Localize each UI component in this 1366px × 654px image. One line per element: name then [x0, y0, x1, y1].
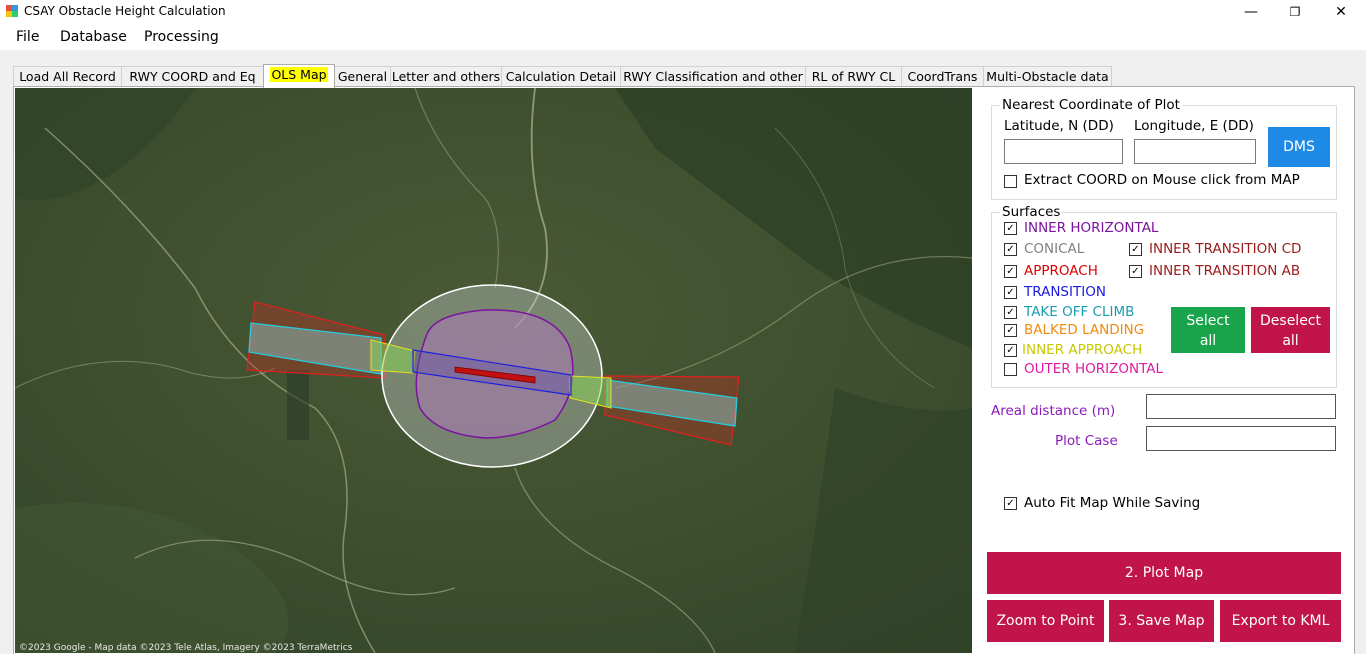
- transition-label: TRANSITION: [1024, 284, 1106, 300]
- takeoff-climb-checkbox[interactable]: ✓: [1004, 306, 1017, 319]
- extract-coord-label: Extract COORD on Mouse click from MAP: [1024, 172, 1300, 188]
- tab-multi-obstacle[interactable]: Multi-Obstacle data: [983, 66, 1112, 87]
- menu-file[interactable]: File: [16, 29, 39, 45]
- inner-approach-label: INNER APPROACH: [1022, 342, 1143, 358]
- tab-rl-of-rwy-cl[interactable]: RL of RWY CL: [805, 66, 902, 87]
- tab-general[interactable]: General: [334, 66, 391, 87]
- ols-map[interactable]: ©2023 Google - Map data ©2023 Tele Atlas…: [15, 88, 972, 653]
- latitude-input[interactable]: [1004, 139, 1123, 164]
- balked-landing-checkbox[interactable]: ✓: [1004, 324, 1017, 337]
- menu-database[interactable]: Database: [60, 29, 127, 45]
- conical-label: CONICAL: [1024, 241, 1085, 257]
- auto-fit-label: Auto Fit Map While Saving: [1024, 495, 1201, 511]
- menu-bar: File Database Processing: [0, 24, 1366, 50]
- inner-transition-ab-checkbox[interactable]: ✓: [1129, 265, 1142, 278]
- extract-coord-checkbox[interactable]: [1004, 175, 1017, 188]
- deselect-all-button[interactable]: Deselect all: [1251, 307, 1330, 353]
- app-icon: [6, 5, 18, 17]
- plot-map-button[interactable]: 2. Plot Map: [987, 552, 1341, 594]
- export-kml-button[interactable]: Export to KML: [1220, 600, 1341, 642]
- approach-label: APPROACH: [1024, 263, 1098, 279]
- nearest-coordinate-title: Nearest Coordinate of Plot: [1000, 97, 1182, 113]
- tab-coordtrans[interactable]: CoordTrans: [901, 66, 984, 87]
- tab-load-all-record[interactable]: Load All Record: [13, 66, 122, 87]
- longitude-input[interactable]: [1134, 139, 1256, 164]
- transition-checkbox[interactable]: ✓: [1004, 286, 1017, 299]
- latitude-label: Latitude, N (DD): [1004, 118, 1114, 134]
- plot-case-input[interactable]: [1146, 426, 1336, 451]
- auto-fit-checkbox[interactable]: ✓: [1004, 497, 1017, 510]
- outer-horizontal-checkbox[interactable]: [1004, 363, 1017, 376]
- inner-transition-cd-checkbox[interactable]: ✓: [1129, 243, 1142, 256]
- areal-distance-input[interactable]: [1146, 394, 1336, 419]
- approach-checkbox[interactable]: ✓: [1004, 265, 1017, 278]
- longitude-label: Longitude, E (DD): [1134, 118, 1254, 134]
- tab-ols-map[interactable]: OLS Map: [263, 64, 335, 88]
- tab-letter-and-others[interactable]: Letter and others: [390, 66, 502, 87]
- close-button[interactable]: ✕: [1318, 0, 1364, 24]
- inner-approach-checkbox[interactable]: ✓: [1004, 344, 1017, 357]
- inner-horizontal-label: INNER HORIZONTAL: [1024, 220, 1159, 236]
- menu-processing[interactable]: Processing: [144, 29, 219, 45]
- areal-distance-label: Areal distance (m): [991, 403, 1116, 419]
- select-all-button[interactable]: Select all: [1171, 307, 1245, 353]
- tab-rwy-coord[interactable]: RWY COORD and Eq: [121, 66, 264, 87]
- dms-button[interactable]: DMS: [1268, 127, 1330, 167]
- minimize-button[interactable]: —: [1228, 0, 1274, 24]
- conical-checkbox[interactable]: ✓: [1004, 243, 1017, 256]
- maximize-button[interactable]: ❐: [1272, 0, 1318, 24]
- window-title: CSAY Obstacle Height Calculation: [24, 4, 226, 18]
- tab-rwy-classification[interactable]: RWY Classification and other: [620, 66, 806, 87]
- inner-transition-ab-label: INNER TRANSITION AB: [1149, 263, 1301, 279]
- surfaces-title: Surfaces: [1000, 204, 1063, 220]
- tab-calculation-detail[interactable]: Calculation Detail: [501, 66, 621, 87]
- inner-transition-cd-label: INNER TRANSITION CD: [1149, 241, 1302, 257]
- save-map-button[interactable]: 3. Save Map: [1109, 600, 1214, 642]
- map-canvas[interactable]: [15, 88, 972, 653]
- title-bar: CSAY Obstacle Height Calculation — ❐ ✕: [0, 0, 1366, 24]
- balked-landing-label: BALKED LANDING: [1024, 322, 1145, 338]
- zoom-to-point-button[interactable]: Zoom to Point: [987, 600, 1104, 642]
- inner-horizontal-checkbox[interactable]: ✓: [1004, 222, 1017, 235]
- plot-case-label: Plot Case: [1055, 433, 1118, 449]
- outer-horizontal-label: OUTER HORIZONTAL: [1024, 361, 1164, 377]
- takeoff-climb-label: TAKE OFF CLIMB: [1024, 304, 1135, 320]
- map-attribution: ©2023 Google - Map data ©2023 Tele Atlas…: [19, 643, 353, 653]
